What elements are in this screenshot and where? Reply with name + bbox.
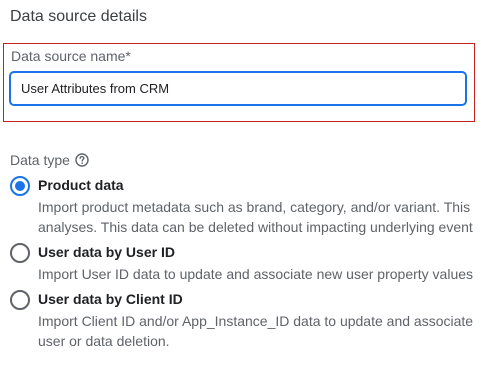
option-description: Import product metadata such as brand, c…: [38, 199, 473, 235]
option-title: User data by User ID: [38, 244, 175, 260]
data-type-label-row: Data type: [10, 152, 89, 168]
option-description: Import Client ID and/or App_Instance_ID …: [38, 313, 474, 349]
client-id-radio[interactable]: [10, 290, 30, 310]
user-id-radio[interactable]: [10, 243, 30, 263]
data-source-name-group: Data source name*: [3, 43, 475, 122]
help-circle-icon[interactable]: [75, 153, 89, 167]
section-title: Data source details: [10, 8, 147, 25]
product-data-radio[interactable]: [10, 176, 30, 196]
option-title: User data by Client ID: [38, 291, 183, 307]
data-source-name-label: Data source name*: [11, 48, 131, 64]
data-source-name-input[interactable]: [9, 71, 467, 106]
data-type-label: Data type: [10, 152, 70, 168]
option-description: Import User ID data to update and associ…: [38, 266, 474, 282]
option-title: Product data: [38, 177, 124, 193]
